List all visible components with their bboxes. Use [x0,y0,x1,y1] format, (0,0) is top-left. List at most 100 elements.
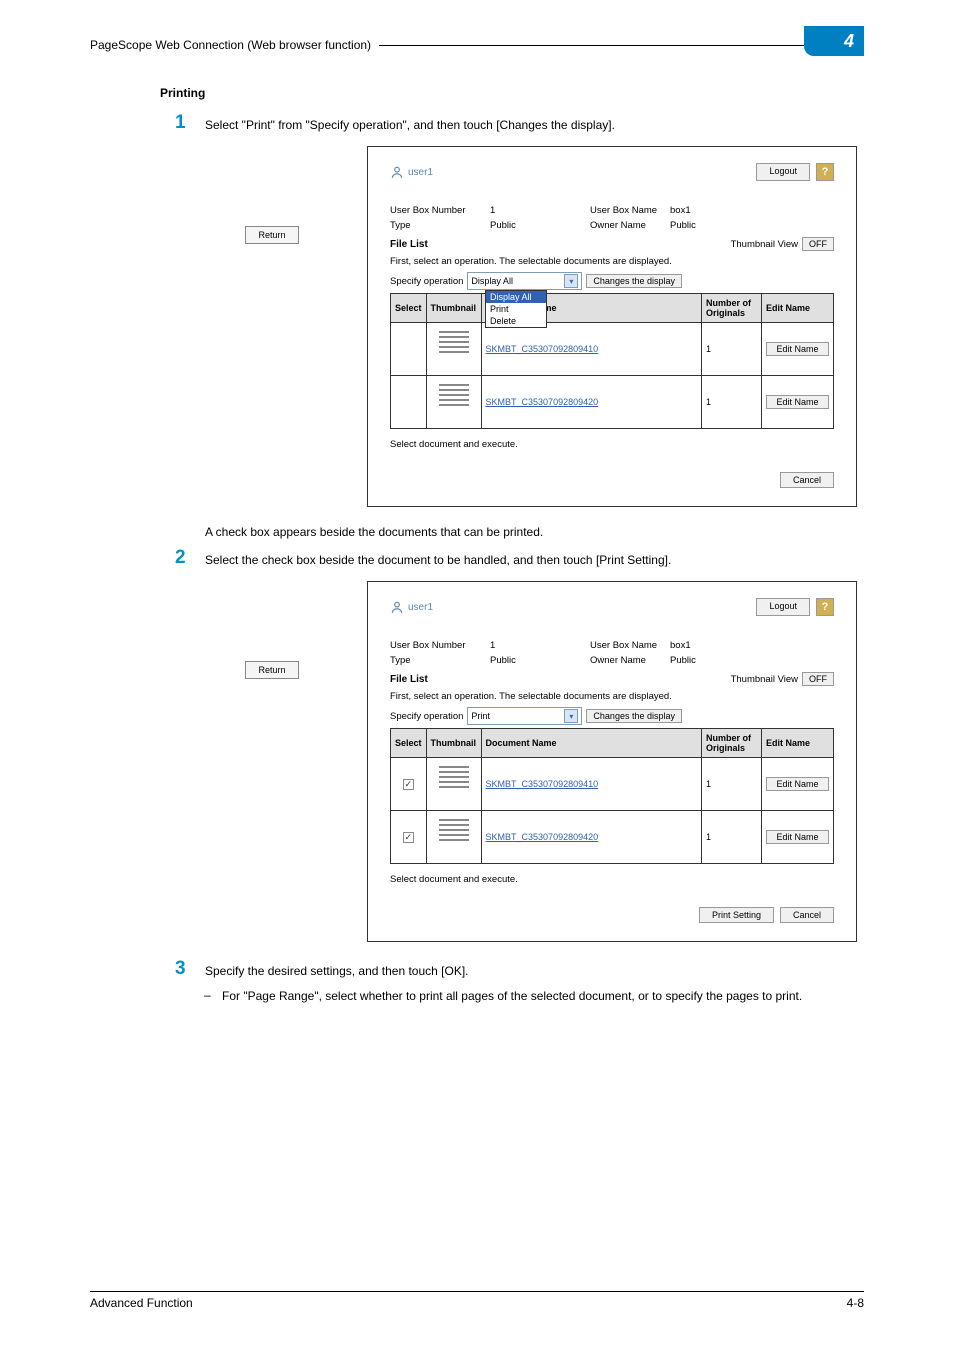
return-button[interactable]: Return [245,226,299,244]
step-2-number: 2 [175,549,205,569]
footer-rule [90,1291,864,1292]
changes-display-button[interactable]: Changes the display [586,274,682,288]
edit-name-button[interactable]: Edit Name [766,395,829,409]
row-checkbox[interactable]: ✓ [403,832,414,843]
document-link[interactable]: SKMBT_C35307092809420 [486,397,599,407]
step-1-number: 1 [175,114,205,134]
page-header-title: PageScope Web Connection (Web browser fu… [90,38,371,52]
col-number-originals: Number of Originals [702,729,762,758]
sub-bullet-dash: – [204,988,222,1005]
table-row: SKMBT_C35307092809410 1 Edit Name [391,323,834,376]
document-link[interactable]: SKMBT_C35307092809410 [486,779,599,789]
user-icon [390,165,404,179]
user-box-number-label: User Box Number [390,205,490,216]
thumbnail-image [433,762,475,804]
col-number-originals: Number of Originals [702,294,762,323]
document-link[interactable]: SKMBT_C35307092809420 [486,832,599,842]
chevron-down-icon: ▾ [564,274,578,288]
thumbnail-view-label: Thumbnail View [731,239,798,250]
cancel-button[interactable]: Cancel [780,907,834,923]
dropdown-option-delete[interactable]: Delete [486,315,546,327]
chapter-badge: 4 [804,26,864,56]
owner-name-value: Public [670,655,696,666]
file-table: Select Thumbnail Document Name Number of… [390,293,834,429]
col-select: Select [391,294,427,323]
help-button[interactable]: ? [816,598,834,616]
table-row: ✓ SKMBT_C35307092809410 1 Edit Name [391,758,834,811]
num-originals: 1 [702,811,762,864]
thumbnail-image [433,815,475,857]
col-edit-name: Edit Name [762,294,834,323]
user-name: user1 [408,167,433,178]
table-row: SKMBT_C35307092809420 1 Edit Name [391,376,834,429]
logout-button[interactable]: Logout [756,163,810,181]
step-1-text: Select "Print" from "Specify operation",… [205,114,615,134]
num-originals: 1 [702,376,762,429]
num-originals: 1 [702,323,762,376]
footer-right: 4-8 [847,1296,864,1310]
col-select: Select [391,729,427,758]
execute-hint: Select document and execute. [390,874,834,885]
operation-dropdown[interactable]: Display All Print Delete [485,290,547,328]
dropdown-option-print[interactable]: Print [486,303,546,315]
specify-operation-select[interactable]: Print ▾ [467,707,582,725]
print-setting-button[interactable]: Print Setting [699,907,774,923]
help-button[interactable]: ? [816,163,834,181]
owner-name-value: Public [670,220,696,231]
type-label: Type [390,220,490,231]
user-box-name-value: box1 [670,640,691,651]
user-icon [390,600,404,614]
header-rule [379,45,864,46]
user-box-number-value: 1 [490,640,590,651]
chapter-number: 4 [844,31,854,52]
execute-hint: Select document and execute. [390,439,834,450]
col-edit-name: Edit Name [762,729,834,758]
specify-operation-label: Specify operation [390,711,463,722]
type-value: Public [490,655,590,666]
user-box-number-value: 1 [490,205,590,216]
dropdown-option-display-all[interactable]: Display All [486,291,546,303]
col-document-name: Document Name [481,729,701,758]
step-3-sub-text: For "Page Range", select whether to prin… [222,988,802,1005]
logout-button[interactable]: Logout [756,598,810,616]
thumbnail-off-button[interactable]: OFF [802,672,834,686]
specify-operation-label: Specify operation [390,276,463,287]
file-table: Select Thumbnail Document Name Number of… [390,728,834,864]
owner-name-label: Owner Name [590,220,670,231]
hint-text: First, select an operation. The selectab… [390,691,834,702]
step-2-text: Select the check box beside the document… [205,549,671,569]
row-checkbox[interactable]: ✓ [403,779,414,790]
specify-operation-select[interactable]: Display All ▾ [467,272,582,290]
user-box-name-label: User Box Name [590,640,670,651]
footer-left: Advanced Function [90,1296,193,1310]
screenshot-2: user1 Logout ? User Box Number 1 User Bo… [367,581,857,942]
step-3-text: Specify the desired settings, and then t… [205,960,469,980]
thumbnail-image [433,380,475,422]
return-button[interactable]: Return [245,661,299,679]
type-label: Type [390,655,490,666]
cancel-button[interactable]: Cancel [780,472,834,488]
select-value: Print [471,711,490,721]
file-list-heading: File List [390,674,428,685]
edit-name-button[interactable]: Edit Name [766,777,829,791]
step-3-number: 3 [175,960,205,980]
user-name: user1 [408,602,433,613]
thumbnail-off-button[interactable]: OFF [802,237,834,251]
owner-name-label: Owner Name [590,655,670,666]
mid-paragraph: A check box appears beside the documents… [205,525,864,539]
user-box-name-label: User Box Name [590,205,670,216]
changes-display-button[interactable]: Changes the display [586,709,682,723]
col-thumbnail: Thumbnail [426,729,481,758]
section-title: Printing [160,86,864,100]
type-value: Public [490,220,590,231]
file-list-heading: File List [390,239,428,250]
thumbnail-view-label: Thumbnail View [731,674,798,685]
hint-text: First, select an operation. The selectab… [390,256,834,267]
thumbnail-image [433,327,475,369]
table-row: ✓ SKMBT_C35307092809420 1 Edit Name [391,811,834,864]
select-value: Display All [471,276,513,286]
col-thumbnail: Thumbnail [426,294,481,323]
edit-name-button[interactable]: Edit Name [766,830,829,844]
document-link[interactable]: SKMBT_C35307092809410 [486,344,599,354]
edit-name-button[interactable]: Edit Name [766,342,829,356]
